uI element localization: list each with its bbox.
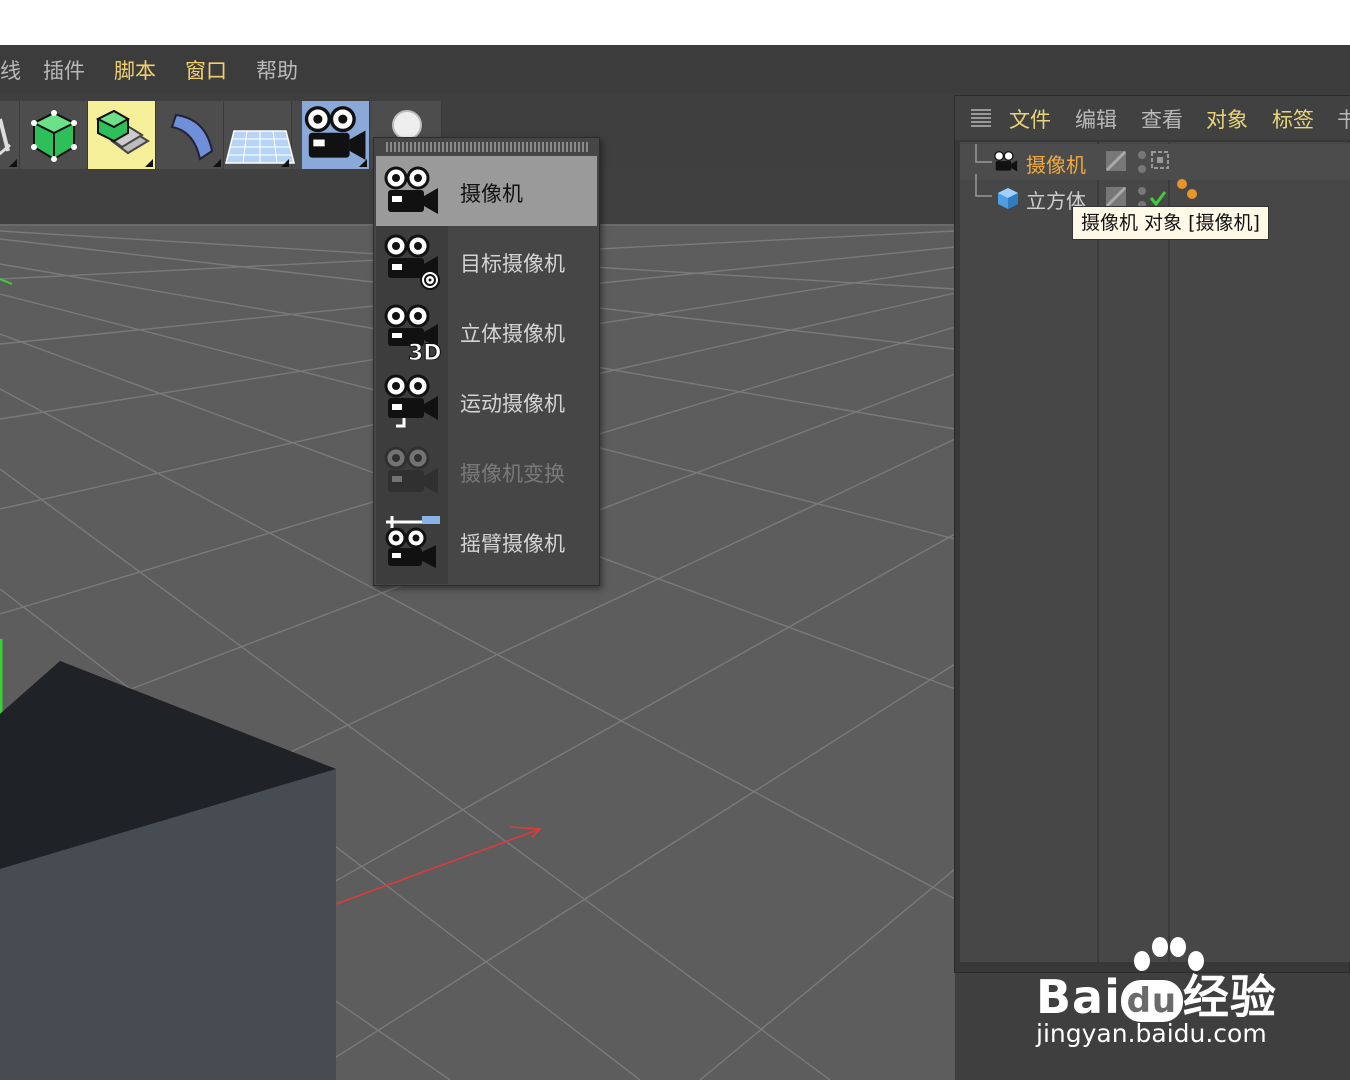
object-list: 摄像机 立方体 xyxy=(960,142,1350,962)
pen-tool-button[interactable] xyxy=(0,101,20,169)
cinema4d-window: 线 插件 脚本 窗口 帮助 摄像机 目标摄像机 3D 立体摄像机 运动摄像机 摄… xyxy=(0,45,1350,1080)
om-menu-file[interactable]: 文件 xyxy=(1009,104,1051,134)
tree-line-icon xyxy=(975,174,992,197)
object-manager-menubar: 文件 编辑 查看 对象 标签 书 xyxy=(955,96,1350,140)
cube-icon xyxy=(998,188,1018,209)
menu-item-crane-camera[interactable]: 摇臂摄像机 xyxy=(376,506,597,576)
menu-item-camera[interactable]: 摄像机 xyxy=(376,156,597,226)
object-name[interactable]: 摄像机 xyxy=(1026,149,1086,178)
panel-grip-icon[interactable] xyxy=(971,107,991,127)
object-row-camera[interactable]: 摄像机 xyxy=(960,144,1350,180)
visibility-dots-icon[interactable] xyxy=(1135,148,1149,176)
menu-item-label: 摇臂摄像机 xyxy=(460,532,565,556)
screenshot-top-margin xyxy=(0,0,1350,45)
menu-item-label: 运动摄像机 xyxy=(460,392,565,416)
camera-dropdown-menu: 摄像机 目标摄像机 3D 立体摄像机 运动摄像机 摄像机变换 摇臂摄像机 xyxy=(373,137,600,586)
menu-help[interactable]: 帮助 xyxy=(256,55,298,85)
om-menu-edit[interactable]: 编辑 xyxy=(1075,104,1117,134)
corner-arrow-icon xyxy=(281,159,289,167)
deformer-tool-button[interactable] xyxy=(156,101,224,169)
camera-icon xyxy=(384,166,438,214)
menu-plugins[interactable]: 插件 xyxy=(43,55,85,85)
om-menu-objects[interactable]: 对象 xyxy=(1206,104,1248,134)
menu-item-motion-camera[interactable]: 运动摄像机 xyxy=(376,366,597,436)
corner-arrow-icon xyxy=(9,159,17,167)
subdivision-tool-button[interactable] xyxy=(88,101,156,169)
cube-tool-button[interactable] xyxy=(20,101,88,169)
menu-item-label: 立体摄像机 xyxy=(460,322,565,346)
menu-item-target-camera[interactable]: 目标摄像机 xyxy=(376,226,597,296)
menu-item-camera-morph: 摄像机变换 xyxy=(376,436,597,506)
object-tooltip: 摄像机 对象 [摄像机] xyxy=(1072,206,1269,240)
baidu-jingyan-watermark: Bai du 经验 jingyan.baidu.com xyxy=(1036,935,1286,1055)
crane-camera-icon xyxy=(385,516,440,568)
cube-icon xyxy=(31,110,77,162)
camera-tool-button[interactable] xyxy=(302,101,370,169)
target-camera-icon xyxy=(384,234,440,290)
motion-camera-icon xyxy=(384,374,438,428)
menu-window[interactable]: 窗口 xyxy=(185,55,227,85)
menu-spline[interactable]: 线 xyxy=(0,55,21,85)
column-divider xyxy=(1168,142,1170,962)
corner-arrow-icon xyxy=(213,159,221,167)
camera-icon xyxy=(994,151,1018,172)
material-tag-icon[interactable] xyxy=(1174,176,1200,202)
menu-script[interactable]: 脚本 xyxy=(114,55,156,85)
stereo-camera-icon: 3D xyxy=(384,304,442,360)
tear-off-grip[interactable] xyxy=(386,142,588,152)
tree-line-icon xyxy=(975,144,992,163)
om-menu-tags[interactable]: 标签 xyxy=(1272,104,1314,134)
layer-toggle-icon[interactable] xyxy=(1105,150,1127,172)
column-divider xyxy=(1097,142,1099,962)
corner-arrow-icon xyxy=(145,159,153,167)
layer-toggle-icon[interactable] xyxy=(1105,186,1127,208)
watermark-du: du xyxy=(1120,979,1183,1022)
watermark-brand: Bai du 经验 xyxy=(1036,970,1277,1024)
om-menu-bookmarks[interactable]: 书 xyxy=(1337,104,1350,134)
menu-item-label: 摄像机变换 xyxy=(460,462,565,486)
floor-tool-button[interactable] xyxy=(224,101,295,169)
main-menubar: 线 插件 脚本 窗口 帮助 xyxy=(0,45,1350,93)
om-menu-view[interactable]: 查看 xyxy=(1141,104,1183,134)
menu-item-stereo-camera[interactable]: 3D 立体摄像机 xyxy=(376,296,597,366)
stereo-badge: 3D xyxy=(408,341,442,360)
camera-morph-icon xyxy=(384,446,438,494)
menu-item-label: 目标摄像机 xyxy=(460,252,565,276)
camera-tag-icon[interactable] xyxy=(1150,150,1170,170)
corner-arrow-icon xyxy=(359,159,367,167)
menu-item-label: 摄像机 xyxy=(460,182,523,206)
enabled-check-icon[interactable] xyxy=(1148,188,1168,208)
watermark-url: jingyan.baidu.com xyxy=(1036,1019,1267,1048)
